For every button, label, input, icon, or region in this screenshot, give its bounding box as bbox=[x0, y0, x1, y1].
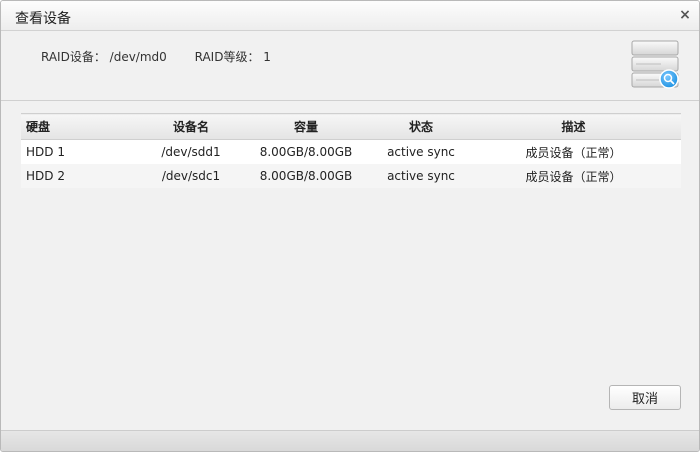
cell-status: active sync bbox=[376, 139, 466, 164]
close-icon[interactable]: × bbox=[677, 7, 693, 23]
cell-capacity: 8.00GB/8.00GB bbox=[236, 139, 376, 164]
column-header-status: 状态 bbox=[376, 113, 466, 140]
dialog-title: 查看设备 bbox=[15, 11, 71, 27]
disk-stack-search-icon bbox=[631, 40, 679, 89]
device-table: 硬盘 设备名 容量 状态 描述 HDD 1 /dev/sdd1 8.00GB/8… bbox=[21, 113, 681, 188]
cell-status: active sync bbox=[376, 164, 466, 188]
cell-description: 成员设备（正常） bbox=[466, 139, 681, 164]
column-header-description: 描述 bbox=[466, 113, 681, 140]
cell-device-name: /dev/sdc1 bbox=[146, 164, 236, 188]
column-header-device-name: 设备名 bbox=[146, 113, 236, 140]
column-header-disk: 硬盘 bbox=[21, 113, 146, 140]
table-row[interactable]: HDD 2 /dev/sdc1 8.00GB/8.00GB active syn… bbox=[21, 164, 681, 188]
section-divider bbox=[1, 100, 699, 101]
cell-description: 成员设备（正常） bbox=[466, 164, 681, 188]
cancel-button[interactable]: 取消 bbox=[609, 385, 681, 410]
table-header-row: 硬盘 设备名 容量 状态 描述 bbox=[21, 113, 681, 140]
cell-capacity: 8.00GB/8.00GB bbox=[236, 164, 376, 188]
raid-device-label: RAID设备： /dev/md0 bbox=[41, 50, 167, 64]
dialog-titlebar[interactable]: 查看设备 × bbox=[1, 1, 699, 31]
column-header-capacity: 容量 bbox=[236, 113, 376, 140]
cell-device-name: /dev/sdd1 bbox=[146, 139, 236, 164]
table-row[interactable]: HDD 1 /dev/sdd1 8.00GB/8.00GB active syn… bbox=[21, 139, 681, 164]
view-device-dialog: 查看设备 × RAID设备： /dev/md0 RAID等级： 1 硬盘 设备名… bbox=[0, 0, 700, 452]
raid-level-label: RAID等级： 1 bbox=[194, 50, 271, 64]
dialog-footer bbox=[1, 430, 699, 451]
cell-disk: HDD 2 bbox=[21, 164, 146, 188]
cell-disk: HDD 1 bbox=[21, 139, 146, 164]
raid-info: RAID设备： /dev/md0 RAID等级： 1 bbox=[41, 48, 271, 65]
